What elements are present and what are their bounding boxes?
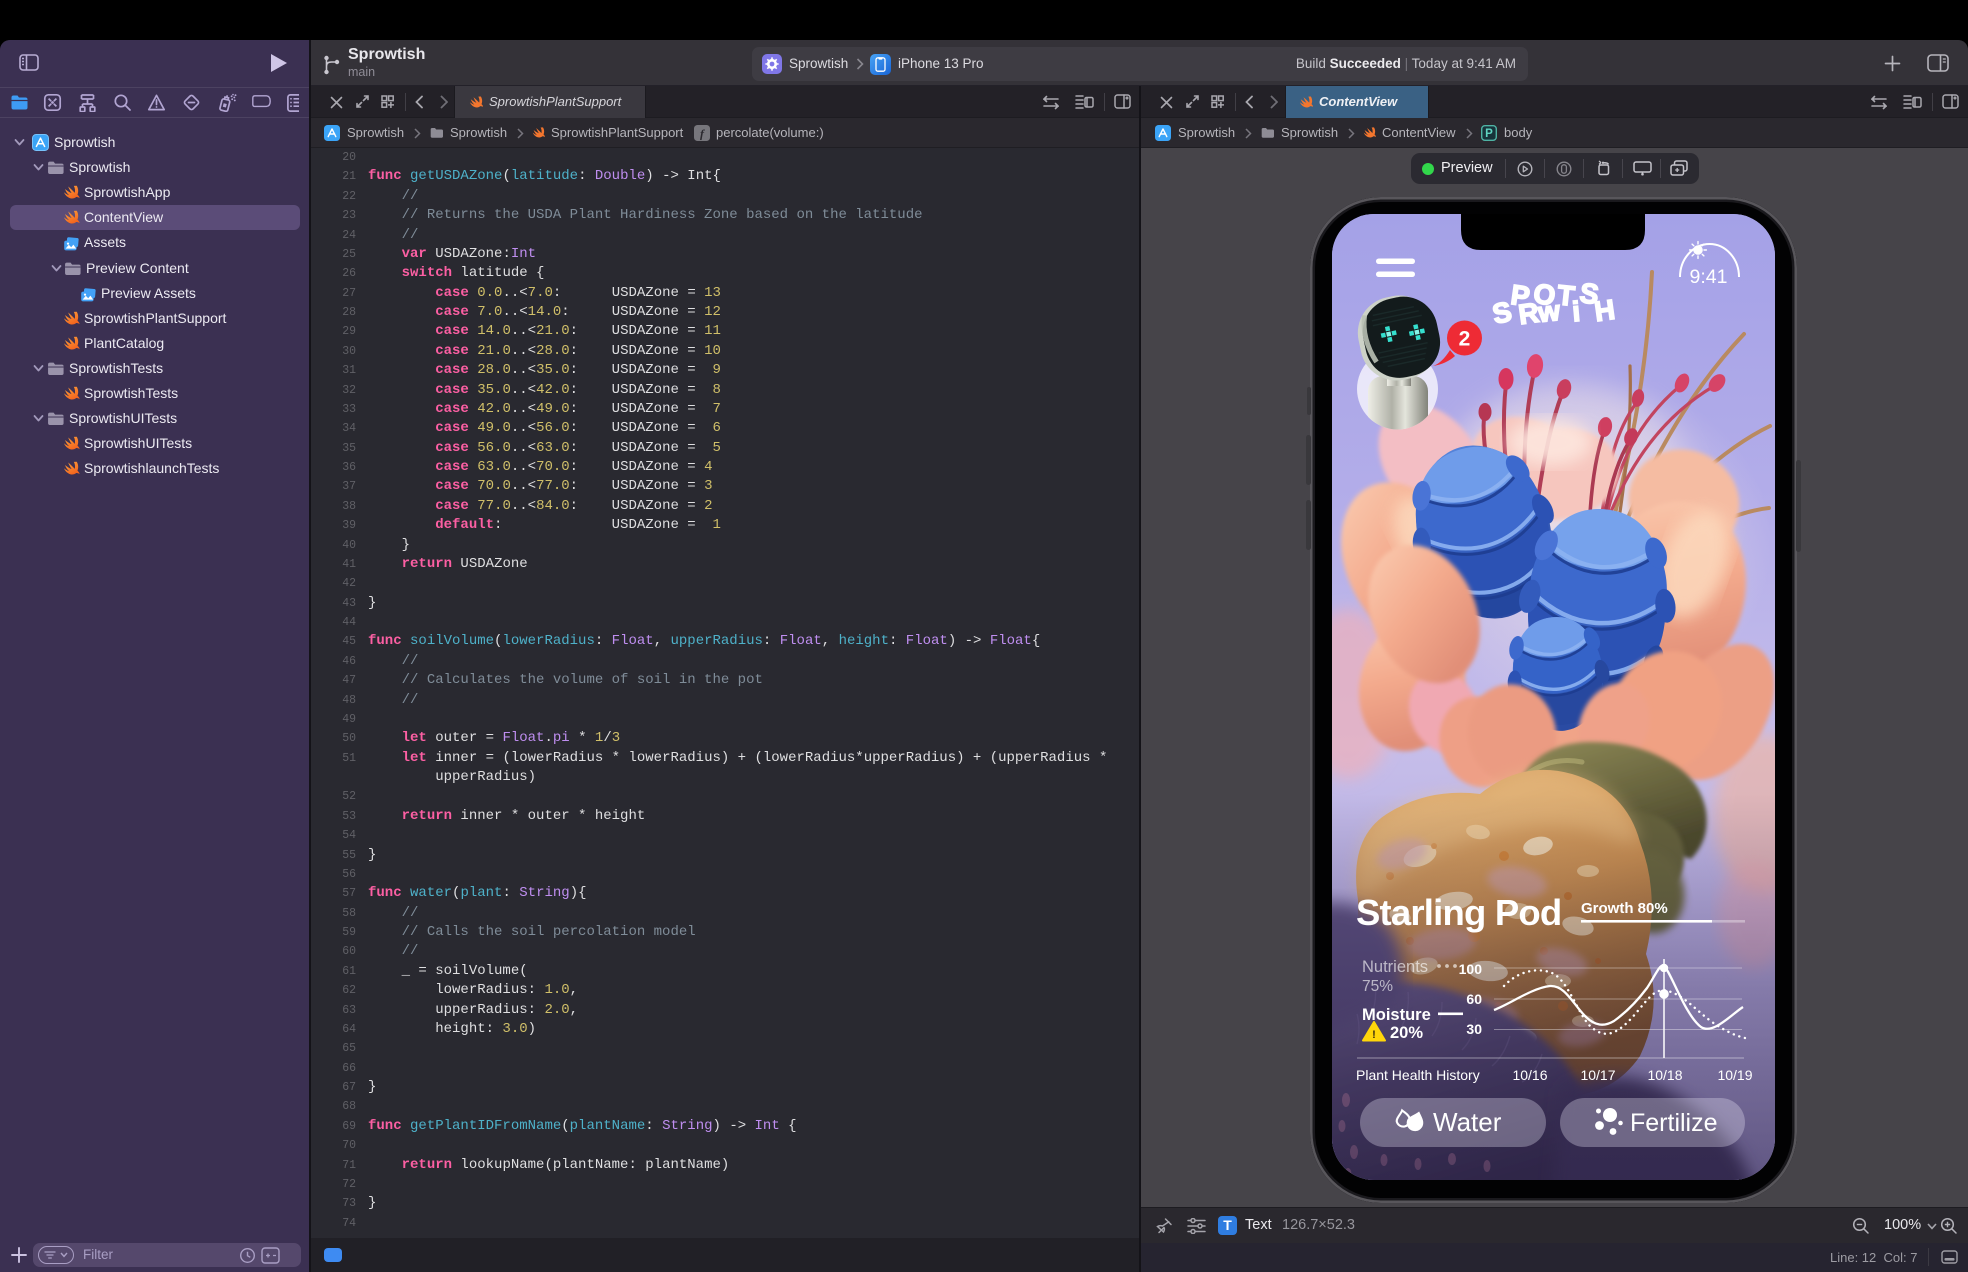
svg-text:H: H xyxy=(1593,294,1617,328)
svg-text:10/18: 10/18 xyxy=(1647,1067,1682,1083)
svg-text:100: 100 xyxy=(1459,961,1483,977)
svg-text:Fertilize: Fertilize xyxy=(1630,1109,1718,1137)
svg-text:75%: 75% xyxy=(1362,978,1393,995)
svg-text:Growth 80%: Growth 80% xyxy=(1581,900,1668,917)
svg-text:Moisture: Moisture xyxy=(1362,1006,1431,1024)
svg-text:9:41: 9:41 xyxy=(1690,266,1728,288)
svg-text:20%: 20% xyxy=(1390,1024,1423,1042)
svg-text:10/17: 10/17 xyxy=(1580,1067,1615,1083)
svg-text:!: ! xyxy=(1372,1029,1376,1041)
svg-text:10/16: 10/16 xyxy=(1512,1067,1547,1083)
svg-text:10/19: 10/19 xyxy=(1717,1067,1752,1083)
svg-text:Plant Health History: Plant Health History xyxy=(1356,1067,1480,1083)
svg-text:2: 2 xyxy=(1459,328,1471,351)
svg-text:60: 60 xyxy=(1466,991,1482,1007)
svg-text:Nutrients: Nutrients xyxy=(1362,958,1428,976)
svg-text:Water: Water xyxy=(1433,1107,1502,1137)
svg-text:30: 30 xyxy=(1466,1021,1482,1037)
svg-text:Starling Pod: Starling Pod xyxy=(1356,892,1561,933)
